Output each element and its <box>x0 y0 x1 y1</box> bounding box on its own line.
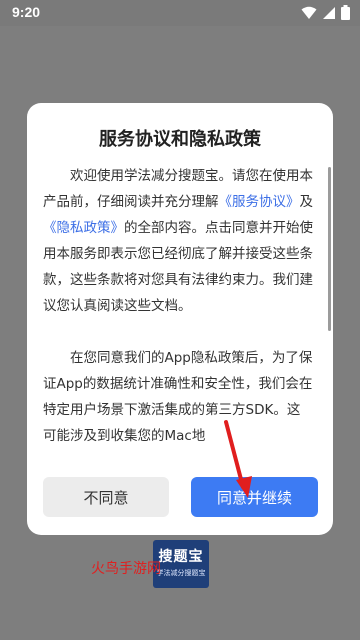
signal-icon <box>323 6 335 19</box>
decline-button[interactable]: 不同意 <box>43 477 169 517</box>
app-logo: 搜题宝 学法减分搜题宝 <box>153 540 209 588</box>
app-logo-subtitle: 学法减分搜题宝 <box>156 569 206 577</box>
watermark: 火鸟手游网 <box>91 561 161 577</box>
paragraph-text: 及 <box>299 194 314 210</box>
service-agreement-link[interactable]: 《服务协议》 <box>219 194 300 210</box>
dialog-title: 服务协议和隐私政策 <box>99 129 261 150</box>
privacy-policy-link[interactable]: 《隐私政策》 <box>43 220 124 236</box>
privacy-dialog: 服务协议和隐私政策 欢迎使用学法减分搜题宝。请您在使用本产品前，仔细阅读并充分理… <box>27 103 333 535</box>
agree-continue-button[interactable]: 同意并继续 <box>191 477 318 517</box>
wifi-icon <box>301 6 317 19</box>
status-time: 9:20 <box>12 4 41 20</box>
scrollbar-thumb[interactable] <box>328 167 331 331</box>
status-icons <box>301 5 350 20</box>
battery-icon <box>341 5 350 20</box>
sdk-paragraph: 在您同意我们的App隐私政策后，为了保证App的数据统计准确性和安全性，我们会在… <box>43 350 313 444</box>
status-bar: 9:20 <box>0 0 360 26</box>
app-logo-title: 搜题宝 <box>158 549 204 565</box>
dialog-scrollbar[interactable] <box>328 163 331 333</box>
agreement-paragraph: 欢迎使用学法减分搜题宝。请您在使用本产品前，仔细阅读并充分理解《服务协议》及《隐… <box>43 163 313 319</box>
